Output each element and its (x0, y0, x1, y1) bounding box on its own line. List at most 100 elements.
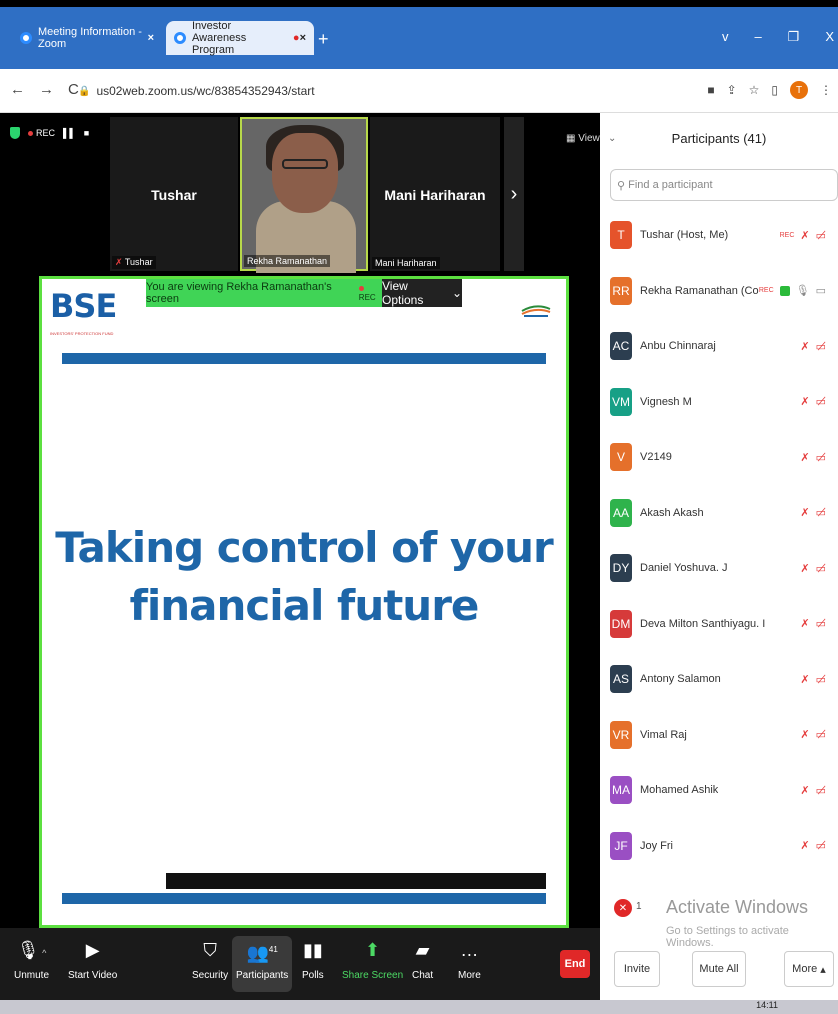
new-tab-button[interactable]: + (318, 29, 329, 50)
recording-bar: REC ▌▌ ■ (10, 127, 89, 139)
participant-row[interactable]: AS Antony Salamon ✗ ▭̸ (600, 653, 838, 705)
close-tab-icon[interactable]: × (148, 32, 154, 44)
start-video-button[interactable]: ▶ Start Video (68, 936, 117, 981)
participant-row[interactable]: AA Akash Akash ✗ ▭̸ (600, 487, 838, 539)
security-button[interactable]: ⛉ Security (192, 936, 228, 981)
forward-icon[interactable]: → (39, 81, 54, 98)
url-text: us02web.zoom.us/wc/83854352943/start (96, 84, 315, 98)
video-off-icon: ▭̸ (815, 340, 826, 353)
tab-bar: Meeting Information - Zoom × Investor Aw… (0, 7, 838, 69)
video-off-icon: ▭̸ (815, 451, 826, 464)
video-tile-rekha[interactable]: Rekha Ramanathan (240, 117, 368, 273)
screen-share-icon (779, 285, 790, 296)
close-tab-icon[interactable]: × (300, 32, 306, 44)
stop-icon[interactable]: ■ (84, 128, 89, 138)
mic-icon: 🎙 (795, 285, 810, 297)
participant-row[interactable]: DY Daniel Yoshuva. J ✗ ▭̸ (600, 542, 838, 594)
mic-muted-icon: ✗ (800, 840, 810, 852)
mute-all-button[interactable]: Mute All (692, 951, 746, 987)
sidebar-icon[interactable]: ▯ (771, 83, 778, 97)
participants-panel: ⌄ Participants (41) ⚲ Find a participant… (600, 113, 838, 1000)
participant-status: REC ✗ ▭̸ (780, 229, 826, 242)
back-icon[interactable]: ← (10, 81, 25, 98)
shield-icon: ⛉ (203, 940, 217, 960)
unmute-button[interactable]: 🎙 ^ Unmute (14, 936, 49, 981)
participant-row[interactable]: VR Vimal Raj ✗ ▭̸ (600, 709, 838, 761)
participant-row[interactable]: T Tushar (Host, Me) REC ✗ ▭̸ (600, 209, 838, 261)
camera-icon[interactable]: ■ (707, 83, 714, 97)
profile-avatar[interactable]: T (790, 81, 808, 99)
meeting-area: REC ▌▌ ■ ▦ View Tushar ✗ Tushar Rekha Ra… (0, 113, 600, 928)
participant-search-input[interactable]: ⚲ Find a participant (610, 169, 838, 201)
more-icon: … (460, 940, 479, 960)
view-options-button[interactable]: View Options ⌄ (382, 279, 462, 307)
slide-bottom-bar (62, 893, 546, 904)
participant-name: Joy Fri (640, 839, 673, 852)
window-controls: v – ❐ X (722, 29, 834, 45)
participant-row[interactable]: MA Mohamed Ashik ✗ ▭̸ (600, 764, 838, 816)
participant-name: Mohamed Ashik (640, 784, 719, 796)
participant-name: Daniel Yoshuva. J (640, 562, 728, 574)
avatar: VM (610, 387, 632, 416)
share-screen-button[interactable]: ⬆ Share Screen (342, 936, 403, 981)
close-window-icon[interactable]: X (825, 29, 834, 45)
restore-icon[interactable]: ❐ (788, 29, 800, 45)
mic-muted-icon: ✗ (800, 729, 810, 741)
participant-name: Anbu Chinnaraj (640, 340, 716, 352)
participant-status: ✗ ▭̸ (800, 340, 826, 353)
avatar: MA (610, 776, 632, 804)
participant-status: ✗ ▭̸ (800, 728, 826, 741)
participant-row[interactable]: DM Deva Milton Santhiyagu. I ✗ ▭̸ (600, 598, 838, 650)
slide-top-bar (62, 353, 546, 364)
person-image (282, 159, 328, 169)
avatar: JF (610, 831, 632, 860)
participant-status: ✗ ▭̸ (800, 673, 826, 686)
video-off-icon: ▭̸ (815, 673, 826, 686)
avatar: AS (610, 665, 632, 693)
participant-status: REC 🎙 ▭ (759, 284, 826, 297)
more-button[interactable]: … More (458, 936, 481, 981)
more-options-button[interactable]: More ▴ (784, 951, 834, 987)
participants-icon: 👥41 (246, 943, 278, 963)
avatar: DY (610, 554, 632, 582)
video-off-icon: ▭̸ (815, 507, 826, 519)
participant-row[interactable]: RR Rekha Ramanathan (Co-host)REC 🎙 ▭ (600, 265, 838, 317)
tab-meeting-information[interactable]: Meeting Information - Zoom × (12, 21, 162, 55)
video-off-icon: ▭̸ (815, 729, 826, 741)
pause-icon[interactable]: ▌▌ (63, 128, 76, 138)
participant-row[interactable]: JF Joy Fri ✗ ▭̸ (600, 820, 838, 872)
view-button[interactable]: ▦ View (566, 133, 600, 144)
share-icon[interactable]: ⇪ (727, 83, 737, 97)
tab-search-icon[interactable]: v (722, 29, 729, 45)
shield-icon (10, 127, 20, 139)
tile-label: Mani Hariharan (372, 257, 440, 269)
minimize-icon[interactable]: – (754, 29, 761, 45)
participants-button[interactable]: 👥41 Participants (232, 936, 293, 992)
error-badge-icon[interactable]: ✕ (614, 899, 632, 917)
slide-title: Taking control of your financial future (55, 523, 553, 630)
end-meeting-button[interactable]: End (560, 950, 590, 978)
participant-row[interactable]: VM Vignesh M ✗ ▭̸ (600, 376, 838, 428)
next-page-button[interactable]: › (504, 117, 524, 271)
url-field[interactable]: 🔒 us02web.zoom.us/wc/83854352943/start (78, 78, 678, 104)
invite-button[interactable]: Invite (614, 951, 660, 987)
polls-icon: ▮▮ (302, 940, 323, 960)
video-tile-mani[interactable]: Mani Hariharan Mani Hariharan (370, 117, 500, 271)
participant-name: Vignesh M (640, 395, 692, 408)
rec-indicator: REC (28, 128, 55, 138)
polls-button[interactable]: ▮▮ Polls (302, 936, 324, 981)
avatar: AA (610, 498, 632, 527)
video-off-icon: ▭̸ (815, 784, 826, 797)
video-tile-tushar[interactable]: Tushar ✗ Tushar (110, 117, 238, 271)
tab-investor-awareness[interactable]: Investor Awareness Program ● × (166, 20, 314, 56)
video-off-icon: ▭̸ (815, 840, 826, 852)
participant-status: ✗ ▭̸ (800, 617, 826, 630)
taskbar-clock: 14:11 (756, 1000, 778, 1010)
mic-muted-icon: ✗ (115, 257, 123, 267)
star-icon[interactable]: ☆ (749, 83, 760, 97)
menu-icon[interactable]: ⋮ (820, 83, 832, 97)
mic-muted-icon: ✗ (800, 340, 810, 353)
participant-row[interactable]: AC Anbu Chinnaraj ✗ ▭̸ (600, 320, 838, 372)
chat-button[interactable]: ▰ Chat (412, 936, 433, 981)
participant-row[interactable]: V V2149 ✗ ▭̸ (600, 431, 838, 483)
